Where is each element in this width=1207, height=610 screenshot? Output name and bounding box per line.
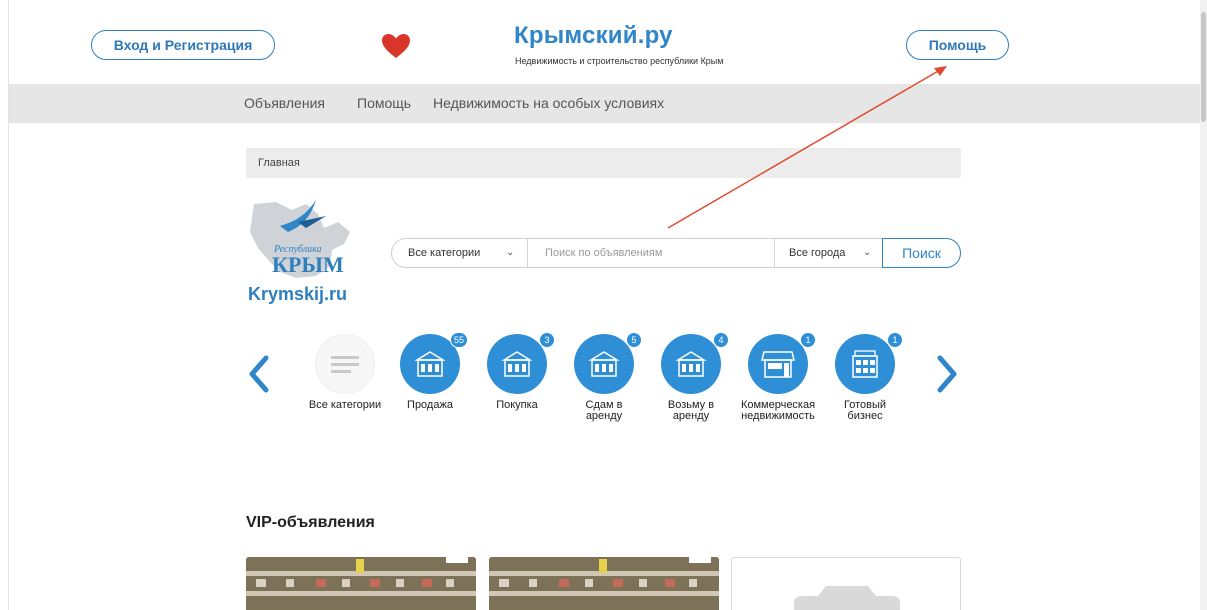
carousel-prev-icon[interactable] (246, 355, 272, 393)
category-label: Все категории (308, 399, 382, 411)
list-icon (315, 334, 375, 394)
vip-listing-card[interactable] (246, 557, 476, 610)
logo-site-name[interactable]: Krymskij.ru (248, 284, 347, 305)
vip-listing-card[interactable] (731, 557, 961, 610)
logo-crimea-text: КРЫМ (272, 252, 344, 277)
category-buy[interactable]: 3 Покупка (477, 332, 557, 411)
category-label: Сдам в аренду (585, 399, 623, 422)
count-badge: 3 (539, 332, 555, 348)
category-business[interactable]: 1 Готовый бизнес (825, 332, 905, 422)
building-icon: 3 (487, 332, 555, 394)
city-select-label: Все города (789, 247, 846, 259)
main-nav: Объявления Помощь Недвижимость на особых… (9, 84, 1200, 123)
category-label: Возьму в аренду (667, 399, 715, 422)
nav-item-help[interactable]: Помощь (357, 95, 411, 111)
count-badge: 55 (449, 332, 468, 348)
site-subtitle: Недвижимость и строительство республики … (515, 56, 724, 66)
search-input[interactable] (529, 239, 774, 267)
category-label: Коммерческая недвижимость (740, 399, 816, 422)
category-label: Продажа (407, 399, 453, 411)
scrollbar[interactable] (1200, 0, 1207, 610)
hotel-icon: 1 (835, 332, 903, 394)
help-button[interactable]: Помощь (906, 30, 1009, 60)
site-header: Вход и Регистрация Крымский.ру Недвижимо… (9, 0, 1200, 84)
building-icon: 4 (661, 332, 729, 394)
nav-item-special-realty[interactable]: Недвижимость на особых условиях (433, 95, 664, 111)
category-all[interactable]: Все категории (305, 334, 385, 411)
breadcrumb-home[interactable]: Главная (258, 157, 300, 169)
breadcrumb: Главная (246, 148, 961, 178)
listing-photo (489, 557, 719, 610)
category-rent-out[interactable]: 5 Сдам в аренду (564, 332, 644, 422)
chevron-down-icon: ⌄ (863, 247, 872, 258)
count-badge: 4 (713, 332, 729, 348)
category-commercial[interactable]: 1 Коммерческая недвижимость (738, 332, 818, 422)
category-select-label: Все категории (408, 247, 481, 259)
listing-photo (246, 557, 476, 610)
count-badge: 5 (626, 332, 642, 348)
count-badge: 1 (800, 332, 816, 348)
category-rent-in[interactable]: 4 Возьму в аренду (651, 332, 731, 422)
building-icon: 5 (574, 332, 642, 394)
chevron-down-icon: ⌄ (506, 247, 515, 258)
search-bar: Все категории ⌄ Все города ⌄ Поиск (391, 238, 961, 268)
category-sale[interactable]: 55 Продажа (390, 332, 470, 411)
vip-section-title: VIP-объявления (246, 514, 375, 531)
category-label: Покупка (496, 399, 538, 411)
city-select[interactable]: Все города ⌄ (774, 239, 882, 267)
search-button[interactable]: Поиск (882, 238, 961, 268)
vip-listing-card[interactable] (489, 557, 719, 610)
carousel-next-icon[interactable] (934, 355, 960, 393)
category-label: Готовый бизнес (843, 399, 887, 422)
scroll-thumb[interactable] (1201, 12, 1206, 122)
heart-icon[interactable] (381, 33, 411, 59)
login-register-button[interactable]: Вход и Регистрация (91, 30, 275, 60)
nav-item-listings[interactable]: Объявления (244, 95, 325, 111)
building-icon: 55 (400, 332, 468, 394)
count-badge: 1 (887, 332, 903, 348)
camera-placeholder-icon (794, 586, 900, 610)
category-select[interactable]: Все категории ⌄ (392, 239, 528, 267)
site-title[interactable]: Крымский.ру (514, 22, 673, 50)
shop-icon: 1 (748, 332, 816, 394)
